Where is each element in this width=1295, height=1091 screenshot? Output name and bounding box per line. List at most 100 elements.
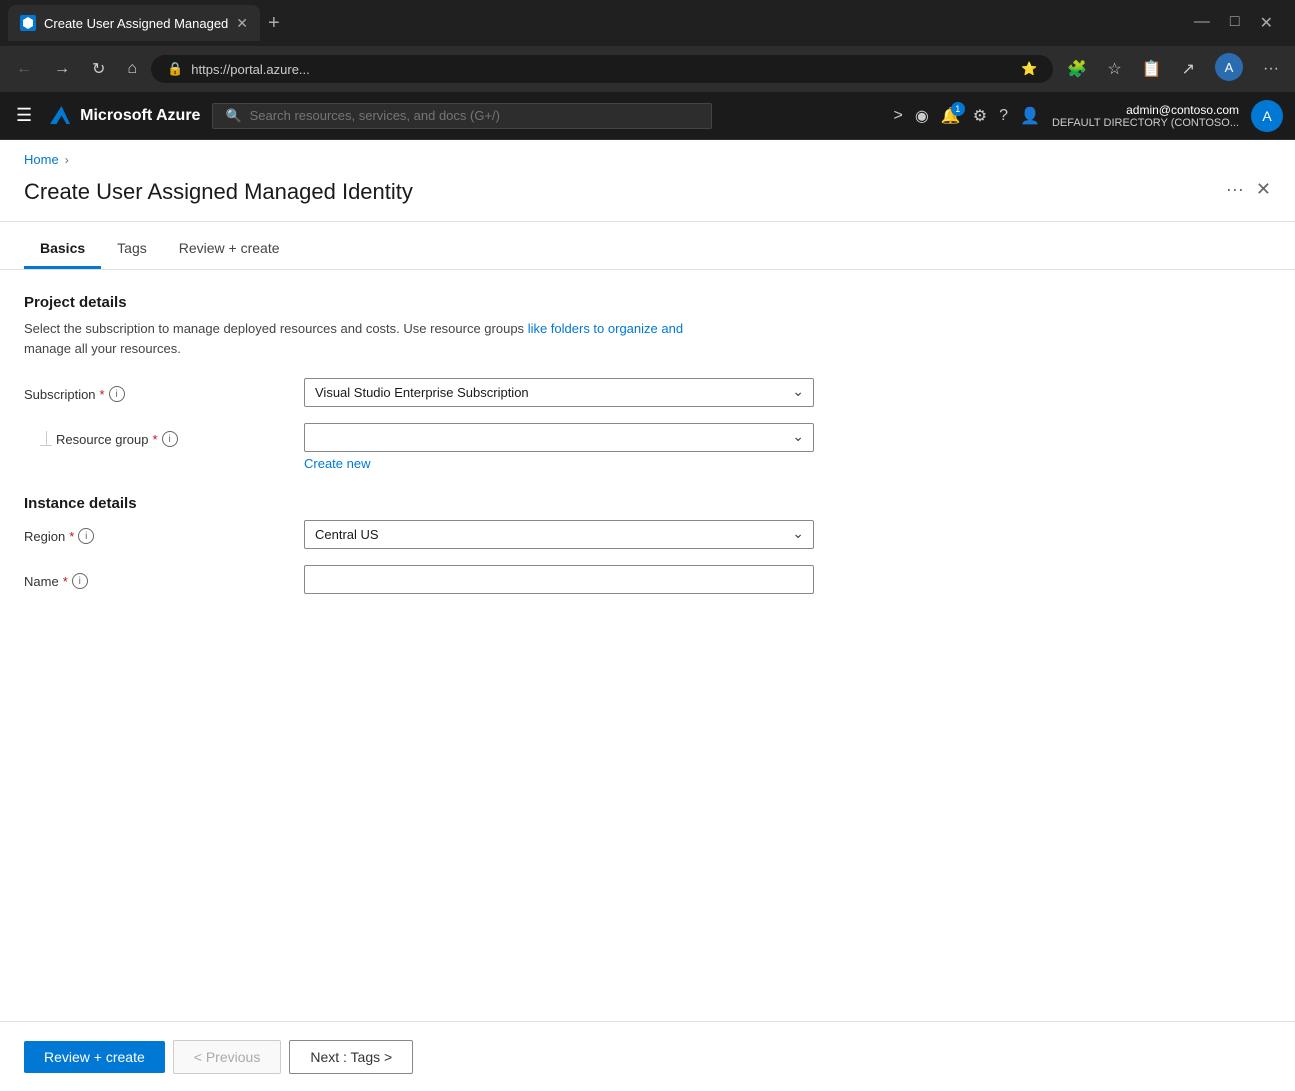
indent-horizontal-line (40, 445, 52, 446)
name-field (304, 565, 814, 594)
share-icon[interactable]: ↗ (1174, 55, 1203, 83)
name-field-group: Name * i (24, 565, 1271, 594)
tab-basics-label: Basics (40, 240, 85, 256)
region-select-wrapper: Central US (304, 520, 814, 549)
resource-group-select-wrapper (304, 423, 814, 452)
more-options-icon[interactable]: ··· (1255, 56, 1287, 82)
region-label: Region * i (24, 520, 304, 544)
minimize-button[interactable]: — (1188, 11, 1216, 35)
name-input[interactable] (304, 565, 814, 594)
breadcrumb: Home › (0, 140, 1295, 171)
topbar-right: > ◉ 🔔 1 ⚙ ? 👤 admin@contoso.com DEFAULT … (894, 100, 1283, 132)
resource-group-field: Create new (304, 423, 814, 471)
lock-icon: 🔒 (167, 61, 183, 77)
name-info-icon[interactable]: i (72, 573, 88, 589)
instance-details-section: Instance details Region * i Central US (24, 495, 1271, 594)
resource-group-label-text: Resource group (56, 432, 149, 447)
svg-text:A: A (1225, 60, 1234, 75)
browser-tab[interactable]: Create User Assigned Managed ✕ (8, 5, 260, 41)
close-button[interactable]: ✕ (1254, 11, 1279, 35)
page-close-button[interactable]: ✕ (1256, 179, 1271, 200)
tab-title: Create User Assigned Managed (44, 16, 228, 31)
search-input[interactable] (250, 108, 700, 123)
user-directory: DEFAULT DIRECTORY (CONTOSO... (1052, 117, 1239, 129)
refresh-button[interactable]: ↻ (84, 55, 113, 83)
forward-button[interactable]: → (46, 56, 78, 82)
azure-logo: Microsoft Azure (48, 104, 200, 128)
resource-group-label-area: Resource group * i (24, 423, 304, 447)
subscription-required: * (100, 387, 105, 402)
tab-favicon-icon (20, 15, 36, 31)
form-content: Project details Select the subscription … (0, 270, 1295, 1021)
extensions-icon[interactable]: 🧩 (1059, 55, 1095, 83)
resource-group-info-icon[interactable]: i (162, 431, 178, 447)
user-email: admin@contoso.com (1052, 103, 1239, 117)
create-new-link[interactable]: Create new (304, 456, 814, 471)
tab-tags[interactable]: Tags (101, 230, 163, 269)
tab-close-icon[interactable]: ✕ (236, 15, 248, 32)
page-ellipsis-button[interactable]: ··· (1226, 179, 1244, 200)
resource-group-select[interactable] (304, 423, 814, 452)
project-details-title: Project details (24, 294, 1271, 311)
subscription-select[interactable]: Visual Studio Enterprise Subscription (304, 378, 814, 407)
desc-link[interactable]: like folders to organize and (528, 321, 683, 336)
desc-text-1: Select the subscription to manage deploy… (24, 321, 524, 336)
breadcrumb-separator: › (65, 153, 69, 167)
address-input[interactable] (191, 62, 1013, 77)
region-select[interactable]: Central US (304, 520, 814, 549)
azure-search-box[interactable]: 🔍 (212, 103, 712, 129)
azure-topbar: ☰ Microsoft Azure 🔍 > ◉ 🔔 1 ⚙ ? 👤 admin@… (0, 92, 1295, 140)
next-button[interactable]: Next : Tags > (289, 1040, 413, 1074)
tab-basics[interactable]: Basics (24, 230, 101, 269)
hamburger-menu-icon[interactable]: ☰ (12, 101, 36, 130)
azure-app-name: Microsoft Azure (80, 107, 200, 125)
review-create-button[interactable]: Review + create (24, 1041, 165, 1073)
name-required: * (63, 574, 68, 589)
region-field: Central US (304, 520, 814, 549)
subscription-label-text: Subscription (24, 387, 96, 402)
previous-button[interactable]: < Previous (173, 1040, 282, 1074)
instance-details-title: Instance details (24, 495, 1271, 512)
name-label-text: Name (24, 574, 59, 589)
tab-review-create[interactable]: Review + create (163, 230, 296, 269)
resource-group-field-group: Resource group * i Create new (24, 423, 1271, 471)
new-tab-button[interactable]: + (260, 8, 288, 39)
page-header-actions: ··· ✕ (1226, 179, 1271, 200)
feedback-icon[interactable]: ◉ (915, 106, 929, 126)
region-label-text: Region (24, 529, 65, 544)
browser-settings-icon: ⭐ (1021, 61, 1037, 77)
user-info[interactable]: admin@contoso.com DEFAULT DIRECTORY (CON… (1052, 103, 1239, 129)
resource-group-required: * (153, 432, 158, 447)
back-button[interactable]: ← (8, 56, 40, 82)
region-field-group: Region * i Central US (24, 520, 1271, 549)
project-details-desc: Select the subscription to manage deploy… (24, 319, 724, 358)
bottom-toolbar: Review + create < Previous Next : Tags > (0, 1021, 1295, 1091)
nav-right-icons: 🧩 ☆ 📋 ↗ A ··· (1059, 49, 1287, 90)
subscription-field-group: Subscription * i Visual Studio Enterpris… (24, 378, 1271, 407)
address-bar[interactable]: 🔒 ⭐ (151, 55, 1053, 83)
browser-tab-bar: Create User Assigned Managed ✕ + (8, 0, 288, 46)
collections-icon[interactable]: 📋 (1134, 55, 1170, 83)
home-button[interactable]: ⌂ (119, 56, 145, 82)
notifications-icon[interactable]: 🔔 1 (941, 106, 961, 126)
subscription-select-wrapper: Visual Studio Enterprise Subscription (304, 378, 814, 407)
project-details-section: Project details Select the subscription … (24, 294, 1271, 471)
indent-lines (40, 431, 52, 446)
region-required: * (69, 529, 74, 544)
tab-tags-label: Tags (117, 240, 147, 256)
restore-button[interactable]: □ (1224, 11, 1246, 35)
notification-count: 1 (951, 102, 965, 116)
profile-avatar[interactable]: A (1207, 49, 1251, 90)
cloud-shell-icon[interactable]: > (894, 107, 903, 125)
avatar[interactable]: A (1251, 100, 1283, 132)
favorites-icon[interactable]: ☆ (1099, 55, 1129, 83)
region-info-icon[interactable]: i (78, 528, 94, 544)
subscription-info-icon[interactable]: i (109, 386, 125, 402)
help-icon[interactable]: ? (999, 107, 1008, 125)
breadcrumb-home-link[interactable]: Home (24, 152, 59, 167)
resource-group-label: Resource group * i (56, 431, 178, 447)
window-controls: — □ ✕ (1188, 11, 1287, 35)
user-feedback-icon[interactable]: 👤 (1020, 106, 1040, 126)
desc-text-2: manage all your resources. (24, 341, 181, 356)
settings-icon[interactable]: ⚙ (973, 106, 987, 126)
